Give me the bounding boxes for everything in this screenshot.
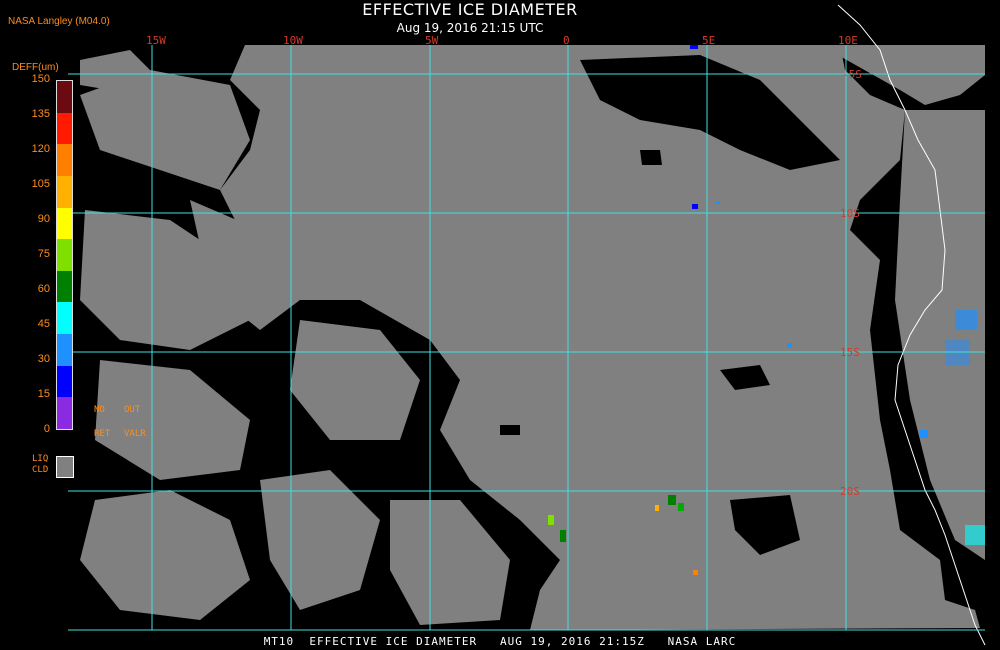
lat-label-5s: -5S (842, 68, 862, 81)
lon-label-5e: 5E (702, 34, 715, 47)
map-canvas: 15W 10W 5W 0 5E 10E -5S 10S 15S 20S (68, 4, 986, 646)
lat-label-15s: 15S (840, 346, 860, 359)
tick-label: 135 (31, 108, 50, 120)
legend-no: NO (94, 405, 105, 415)
tick-label: 150 (31, 73, 50, 85)
legend-valr: VALR (124, 429, 146, 439)
legend-ret: RET (94, 429, 111, 439)
color-swatch (57, 365, 72, 398)
legend-liq-label: LIQ (32, 454, 49, 464)
tick-label: 105 (31, 178, 50, 190)
color-scale-bar (56, 80, 73, 430)
footer-caption: MT10 EFFECTIVE ICE DIAMETER AUG 19, 2016… (263, 635, 737, 648)
color-swatch (57, 81, 72, 113)
color-swatch (57, 302, 72, 334)
tick-label: 120 (31, 143, 50, 155)
tick-label: 0 (43, 423, 50, 435)
tick-label: 90 (37, 213, 50, 225)
lon-label-10w: 10W (283, 34, 303, 47)
lon-label-5w: 5W (425, 34, 439, 47)
color-swatch (57, 334, 72, 366)
lat-label-20s: 20S (840, 485, 860, 498)
lon-label-0: 0 (563, 34, 570, 47)
color-swatch (57, 112, 72, 145)
legend-title: DEFF(um) (12, 62, 59, 73)
liquid-cloud-swatch (56, 456, 74, 478)
tick-label: 75 (37, 248, 50, 260)
color-swatch (57, 144, 72, 176)
tick-label: 15 (37, 388, 50, 400)
lat-label-10s: 10S (840, 207, 860, 220)
lon-label-10e: 10E (838, 34, 858, 47)
tick-label: 60 (37, 283, 50, 295)
legend-out: OUT (124, 405, 141, 415)
color-swatch (57, 175, 72, 208)
tick-label: 30 (37, 353, 50, 365)
color-swatch (57, 207, 72, 240)
color-swatch (57, 270, 72, 303)
tick-label: 45 (37, 318, 50, 330)
lon-label-15w: 15W (146, 34, 166, 47)
color-swatch (57, 397, 72, 429)
legend-cld-label: CLD (32, 465, 49, 475)
color-swatch (57, 239, 72, 271)
